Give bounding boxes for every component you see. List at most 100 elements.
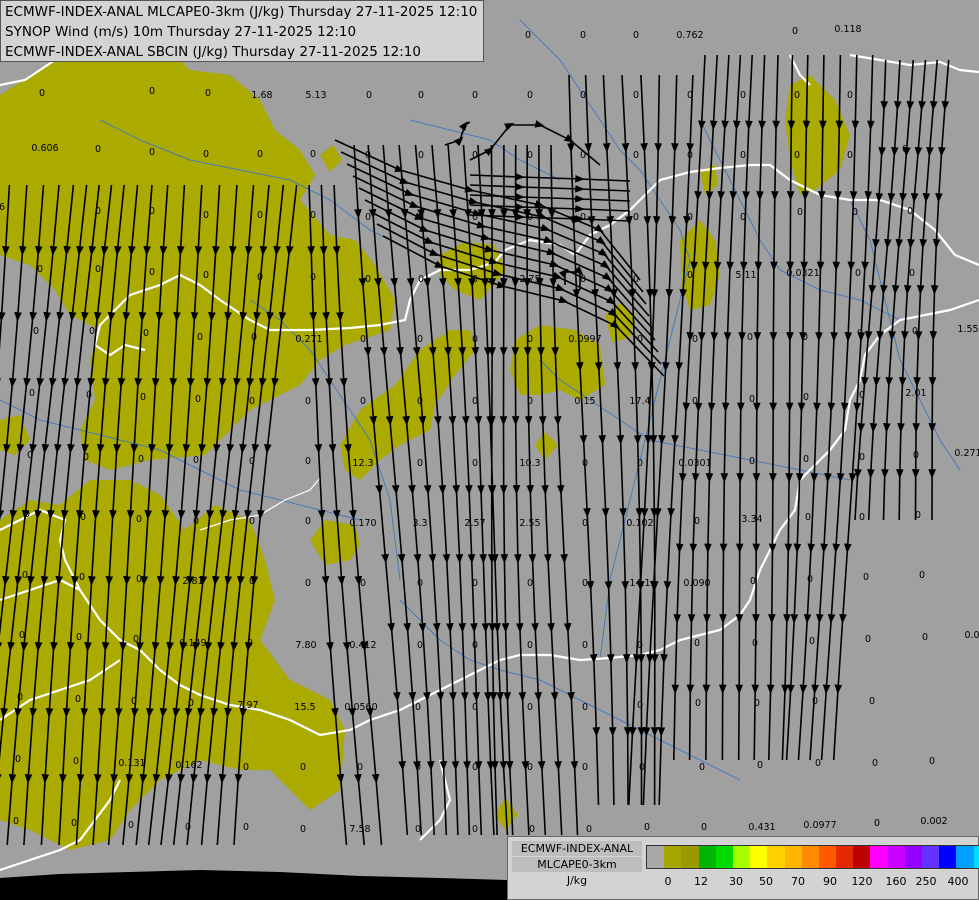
value-label: 0 [527, 578, 533, 589]
value-label: 0 [79, 572, 85, 583]
value-label: 0 [907, 206, 913, 217]
value-label: 0 [633, 212, 639, 223]
value-label: 0 [131, 696, 137, 707]
value-label: 0 [310, 149, 316, 160]
value-label: 0 [633, 30, 639, 41]
value-label: 0 [809, 636, 815, 647]
legend-swatch [870, 846, 888, 868]
legend-label: 250 [915, 875, 937, 888]
value-label: 5.13 [305, 90, 326, 101]
value-label: 0 [95, 264, 101, 275]
value-label: 0 [929, 756, 935, 767]
value-label: 3.34 [741, 514, 762, 525]
value-label: 0 [639, 762, 645, 773]
value-label: 12.3 [352, 458, 373, 469]
legend-label: 30 [729, 875, 743, 888]
value-label: 0 [22, 570, 28, 581]
value-label: 0 [919, 570, 925, 581]
legend-swatch [956, 846, 974, 868]
legend-swatch [664, 846, 682, 868]
value-label: 0 [472, 702, 478, 713]
value-label: 0.149 [179, 638, 206, 649]
value-label: 0 [792, 26, 798, 37]
value-label: 0 [365, 150, 371, 161]
value-label: 0 [874, 818, 880, 829]
value-label: 1.55 [957, 324, 978, 335]
value-label: 0 [133, 634, 139, 645]
value-label: 0 [803, 392, 809, 403]
value-label: 0 [797, 207, 803, 218]
value-label: 0 [582, 762, 588, 773]
value-label: 0 [95, 144, 101, 155]
value-label: 0.170 [349, 518, 376, 529]
value-label: 0 [852, 207, 858, 218]
value-label: 0 [37, 264, 43, 275]
value-label: 0 [694, 638, 700, 649]
value-label: 0 [366, 90, 372, 101]
value-label: 0 [472, 578, 478, 589]
value-label: 0 [913, 450, 919, 461]
legend-swatch [836, 846, 854, 868]
value-label: 0 [633, 150, 639, 161]
weather-map: 0 0 0 0 0 0.762 0 0.118 0 0 0 1.68 5.13 0 0 0 0 0 0 0 0 0 0 0.6… [0, 0, 979, 900]
value-label: 0 [357, 762, 363, 773]
value-label: 0 [17, 692, 23, 703]
value-label: 0 [802, 332, 808, 343]
value-label: 0 [794, 90, 800, 101]
value-label: 0.412 [349, 640, 376, 651]
value-label: 0 [360, 396, 366, 407]
value-label: 0 [527, 396, 533, 407]
legend-label: 70 [791, 875, 805, 888]
value-label: 0 [687, 270, 693, 281]
value-label: 0 [243, 822, 249, 833]
value-label: 0 [912, 326, 918, 337]
value-label: 0.0 [964, 630, 979, 641]
value-label: 17.4 [629, 396, 650, 407]
value-label: 0 [188, 698, 194, 709]
value-label: 0 [872, 758, 878, 769]
value-label: 0 [365, 212, 371, 223]
value-label: 0 [149, 86, 155, 97]
value-label: 0 [857, 328, 863, 339]
value-label: 0 [757, 760, 763, 771]
value-label: 0 [249, 396, 255, 407]
value-label: 0.271 [954, 448, 979, 459]
value-label: 0.0977 [803, 820, 836, 831]
value-label: 0 [699, 762, 705, 773]
value-label: 0 [185, 822, 191, 833]
value-label: 0 [847, 90, 853, 101]
value-label: 0 [580, 212, 586, 223]
value-label: 0 [637, 640, 643, 651]
title-box: ECMWF-INDEX-ANAL MLCAPE0-3km (J/kg) Thur… [0, 0, 484, 62]
value-label: 0 [73, 756, 79, 767]
value-label: 3.3 [412, 518, 427, 529]
value-label: 0.0997 [568, 334, 601, 345]
value-label: 0 [803, 454, 809, 465]
value-label: 0 [257, 272, 263, 283]
value-label: 0 [582, 578, 588, 589]
value-label: 0 [417, 334, 423, 345]
legend-swatch [922, 846, 940, 868]
value-label: 0 [747, 332, 753, 343]
value-label: 0 [360, 334, 366, 345]
value-label: 0 [193, 455, 199, 466]
value-label: 0 [33, 326, 39, 337]
value-label: 0 [415, 762, 421, 773]
value-label: 0 [644, 822, 650, 833]
value-label: 10.3 [519, 458, 540, 469]
value-label: 0 [300, 824, 306, 835]
value-label: 0.762 [676, 30, 703, 41]
value-label: 0 [687, 150, 693, 161]
value-label: 0 [472, 274, 478, 285]
value-label: 6 [0, 202, 5, 213]
value-label: 5.11 [735, 270, 756, 281]
value-label: 7.58 [349, 824, 370, 835]
value-label: 15.5 [294, 702, 315, 713]
value-label: 0 [637, 700, 643, 711]
value-label: 0 [807, 574, 813, 585]
value-label: 0 [95, 206, 101, 217]
value-label: 0 [633, 274, 639, 285]
legend-label: 0 [664, 875, 672, 888]
value-label: 0 [582, 640, 588, 651]
value-label: 0 [859, 390, 865, 401]
